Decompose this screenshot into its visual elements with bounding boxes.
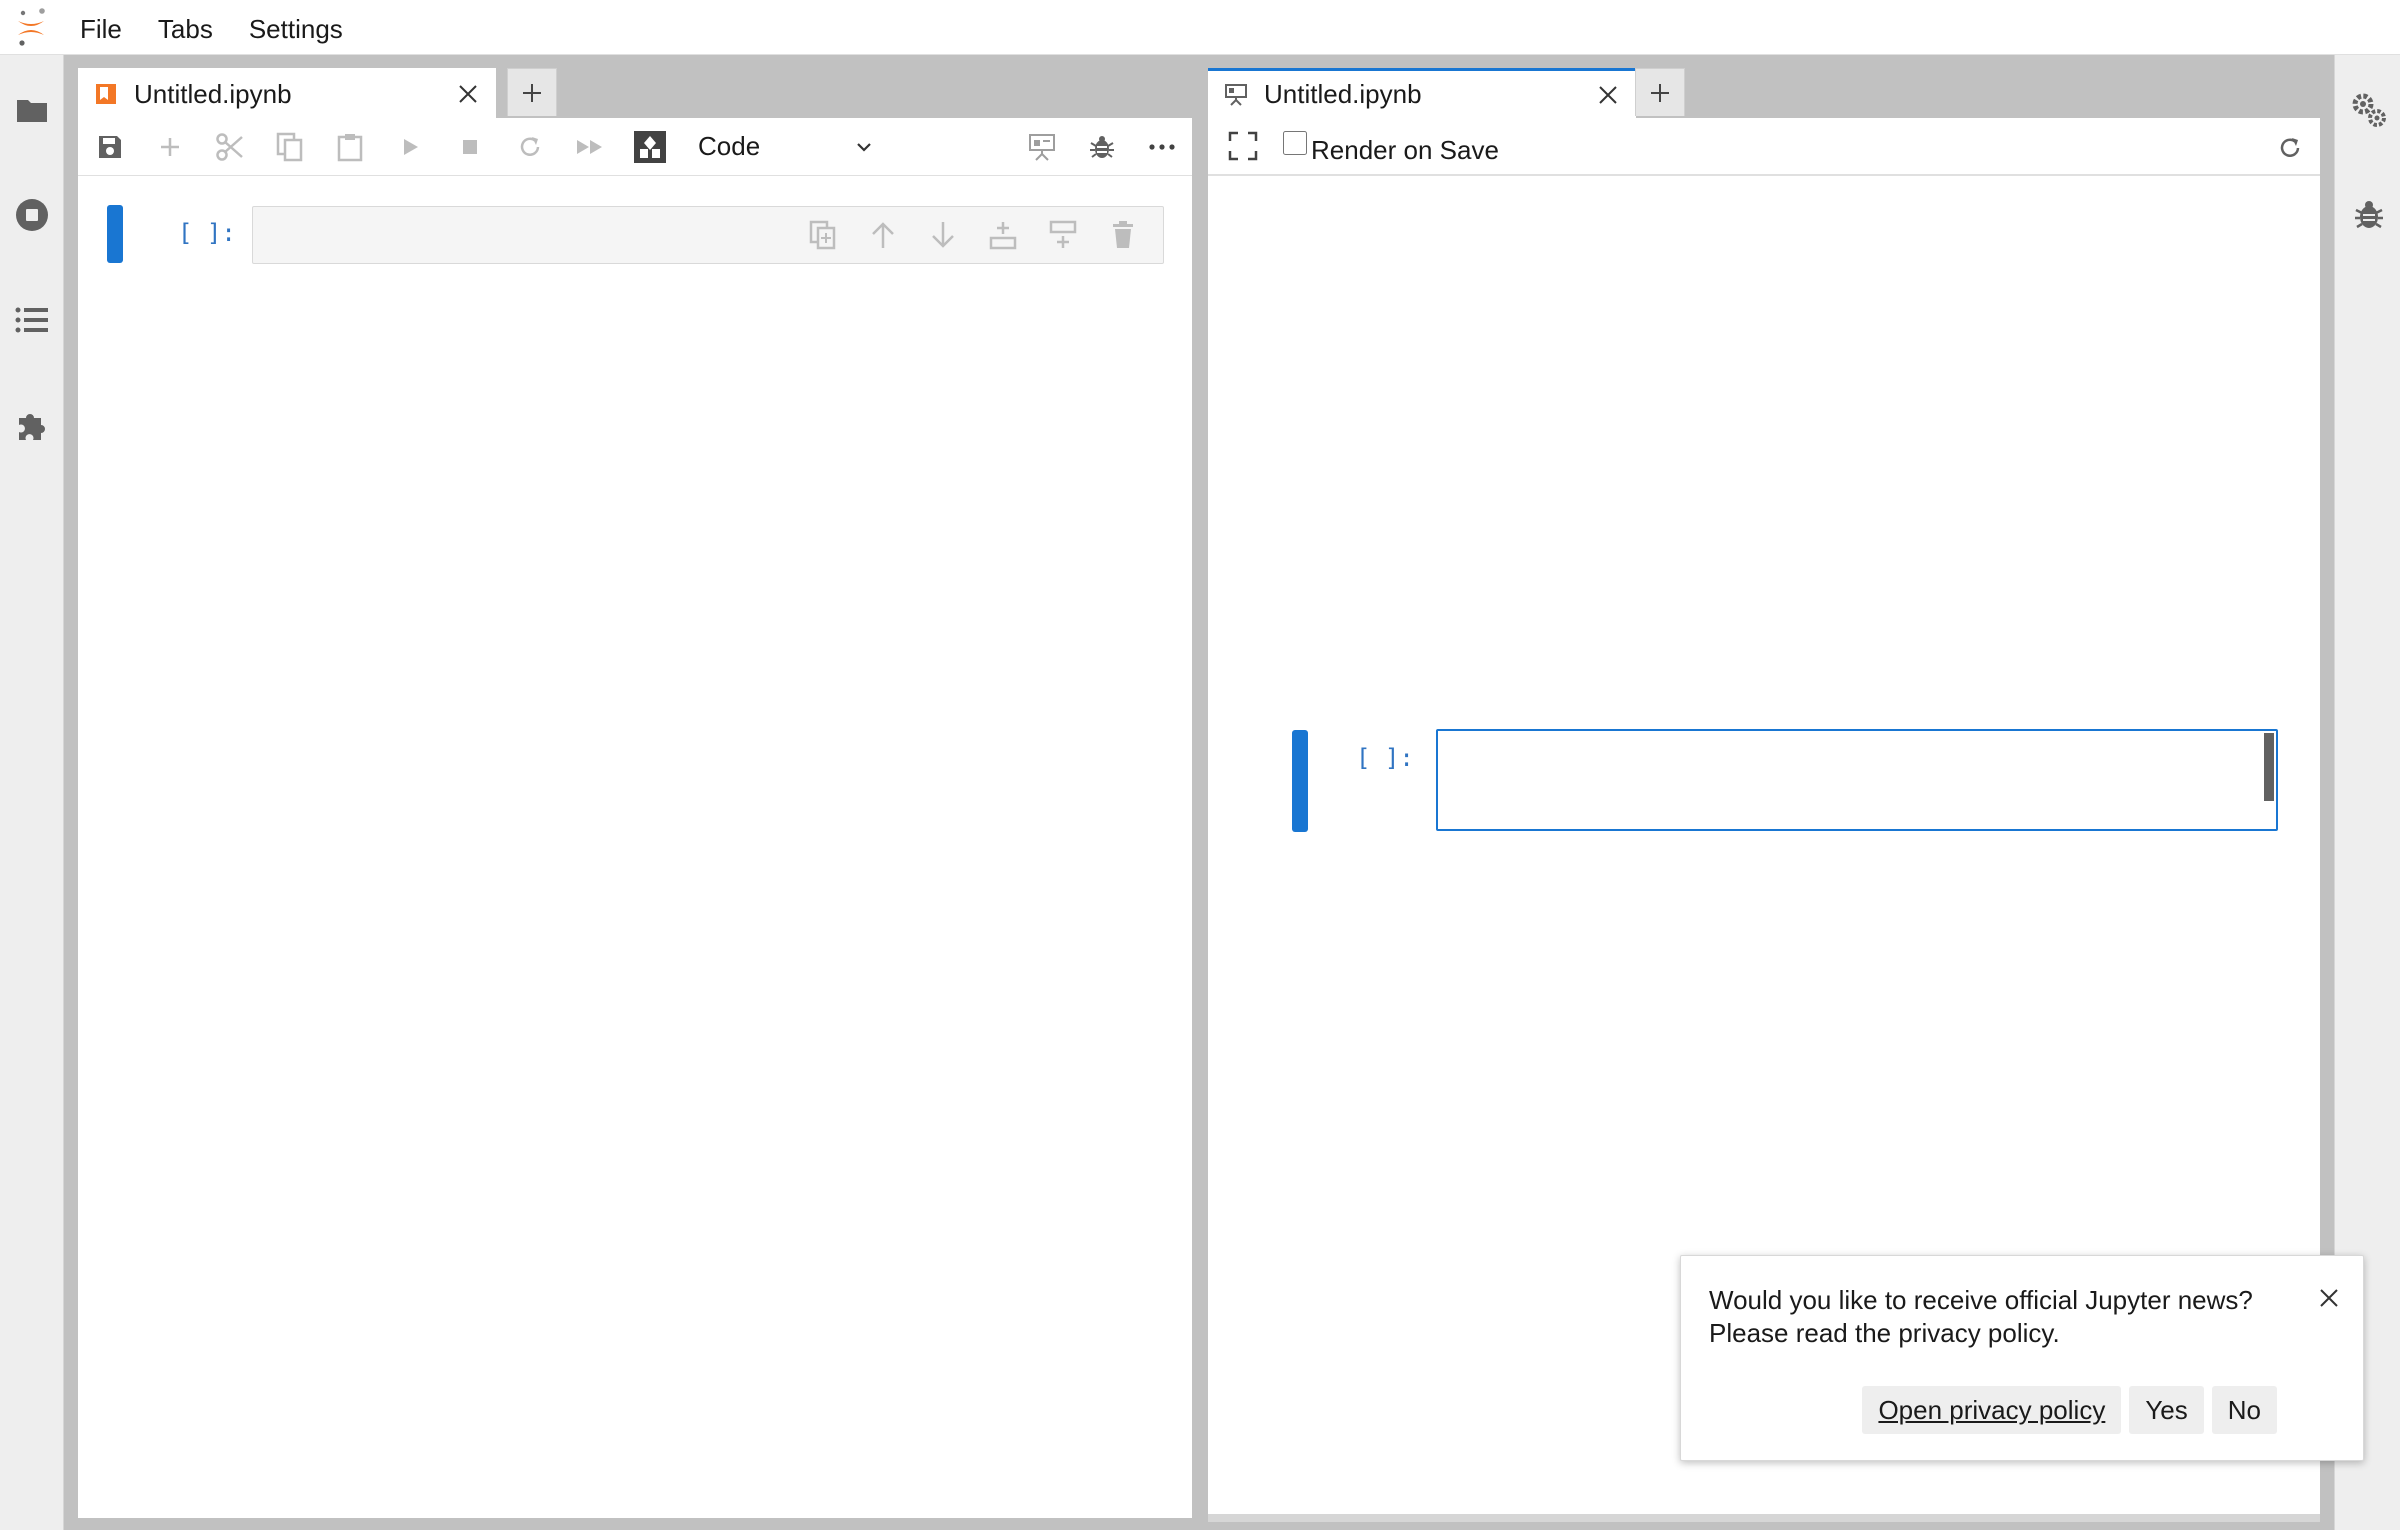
code-cell-editor[interactable] — [252, 206, 1164, 264]
left-sidebar — [0, 55, 64, 1530]
close-icon[interactable] — [2311, 1280, 2347, 1316]
close-icon[interactable] — [1588, 75, 1628, 115]
running-sessions-icon[interactable] — [12, 195, 52, 235]
menu-tabs[interactable]: Tabs — [140, 0, 231, 55]
fullscreen-icon[interactable] — [1223, 126, 1263, 166]
jupyter-logo-icon[interactable] — [0, 0, 62, 55]
delete-cell-icon[interactable] — [1093, 207, 1153, 263]
close-icon[interactable] — [448, 74, 488, 114]
plus-icon — [1651, 83, 1669, 102]
cell-collapser[interactable] — [107, 205, 123, 263]
save-icon[interactable] — [80, 118, 140, 176]
no-button[interactable]: No — [2211, 1386, 2277, 1434]
insert-below-icon[interactable] — [1033, 207, 1093, 263]
duplicate-cell-icon[interactable] — [793, 207, 853, 263]
tab-title: Untitled.ipynb — [134, 78, 292, 109]
extensions-icon[interactable] — [12, 405, 52, 445]
cell-prompt: [ ]: — [178, 219, 236, 247]
property-inspector-icon[interactable] — [2349, 90, 2389, 130]
stop-icon[interactable] — [440, 118, 500, 176]
cell-type-dropdown[interactable]: Code — [698, 127, 874, 167]
tab-rise-preview[interactable]: Untitled.ipynb — [1208, 68, 1636, 118]
add-tab-button[interactable] — [507, 68, 557, 116]
menu-bar: File Tabs Settings — [0, 0, 2400, 55]
move-down-icon[interactable] — [913, 207, 973, 263]
panel-horizontal-scrollbar[interactable] — [1208, 1514, 2320, 1522]
cell-type-value: Code — [698, 131, 761, 161]
add-tab-button[interactable] — [1635, 68, 1685, 116]
menu-settings[interactable]: Settings — [231, 0, 361, 55]
open-privacy-policy-button[interactable]: Open privacy policy — [1862, 1386, 2122, 1434]
debug-icon[interactable] — [1072, 118, 1132, 176]
run-all-icon[interactable] — [560, 118, 620, 176]
render-on-save-checkbox[interactable] — [1283, 131, 1307, 155]
tab-untitled-notebook[interactable]: Untitled.ipynb — [78, 68, 496, 118]
tab-title: Untitled.ipynb — [1264, 79, 1422, 109]
present-icon[interactable] — [1012, 118, 1072, 176]
paste-icon[interactable] — [320, 118, 380, 176]
notebook-icon — [94, 82, 118, 106]
table-of-contents-icon[interactable] — [12, 300, 52, 340]
debugger-icon[interactable] — [2349, 195, 2389, 235]
notebook-toolbar: Code — [78, 118, 1192, 176]
reload-icon[interactable] — [2270, 128, 2310, 168]
code-cell-editor[interactable] — [1436, 729, 2278, 831]
notification-actions: Open privacy policy Yes No — [1862, 1386, 2277, 1434]
insert-above-icon[interactable] — [973, 207, 1033, 263]
cell-prompt: [ ]: — [1356, 744, 1414, 772]
chevron-down-icon — [857, 142, 871, 152]
copy-icon[interactable] — [260, 118, 320, 176]
plus-icon — [523, 83, 541, 102]
kernel-icon[interactable] — [620, 118, 680, 176]
yes-button[interactable]: Yes — [2129, 1386, 2204, 1434]
notification-privacy-note: Please read the privacy policy. — [1709, 1318, 2060, 1348]
rise-toolbar: Render on Save — [1208, 118, 2320, 176]
menu-file[interactable]: File — [62, 0, 140, 55]
folder-icon[interactable] — [12, 90, 52, 130]
run-icon[interactable] — [380, 118, 440, 176]
cut-icon[interactable] — [200, 118, 260, 176]
move-up-icon[interactable] — [853, 207, 913, 263]
render-on-save-label: Render on Save — [1311, 134, 1499, 165]
add-cell-icon[interactable] — [140, 118, 200, 176]
restart-icon[interactable] — [500, 118, 560, 176]
editor-scrollbar[interactable] — [2264, 733, 2274, 801]
news-notification: Would you like to receive official Jupyt… — [1680, 1255, 2364, 1461]
cell-collapser[interactable] — [1292, 730, 1308, 832]
notification-question: Would you like to receive official Jupyt… — [1709, 1285, 2253, 1315]
notebook-panel — [78, 118, 1192, 1518]
more-icon[interactable] — [1132, 118, 1192, 176]
rise-present-icon — [1224, 83, 1248, 107]
notification-message: Would you like to receive official Jupyt… — [1709, 1284, 2269, 1350]
